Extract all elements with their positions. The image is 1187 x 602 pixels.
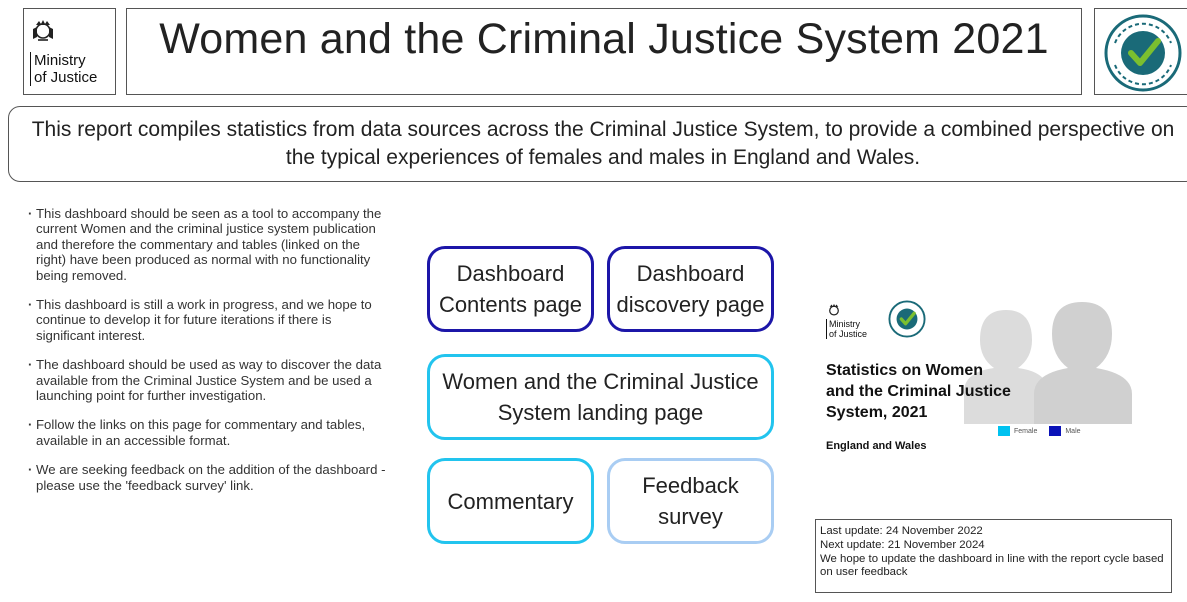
report-cover-image: Ministry of Justice Statistics on Women … (818, 292, 1158, 462)
note-item: The dashboard should be used as way to d… (28, 357, 390, 403)
title-banner: Women and the Criminal Justice System 20… (126, 8, 1082, 95)
dashboard-contents-page-button[interactable]: Dashboard Contents page (427, 246, 594, 332)
note-item: This dashboard should be seen as a tool … (28, 206, 390, 283)
next-update-text: Next update: 21 November 2024 (820, 538, 985, 551)
national-statistics-badge-icon (1104, 14, 1182, 92)
cover-moj-line2: of Justice (829, 329, 868, 339)
cover-title-line3: System, 2021 (826, 404, 928, 421)
cover-moj-logo-text: Ministry of Justice (826, 319, 867, 339)
national-statistics-badge-box (1094, 8, 1187, 95)
last-update-text: Last update: 24 November 2022 (820, 525, 983, 537)
cover-title-line2: and the Criminal Justice (826, 383, 1011, 400)
female-swatch (998, 426, 1010, 436)
female-legend-label: Female (1014, 427, 1038, 435)
landing-button-line2: System landing page (497, 400, 704, 425)
dashboard-discovery-page-button[interactable]: Dashboard discovery page (607, 246, 774, 332)
intro-text: This report compiles statistics from dat… (31, 118, 1175, 169)
update-note-text: We hope to update the dashboard in line … (820, 552, 1164, 579)
moj-logo-line1: Ministry (34, 52, 86, 69)
discovery-button-line2: discovery page (616, 292, 765, 317)
note-item: This dashboard is still a work in progre… (28, 297, 390, 343)
note-item: We are seeking feedback on the addition … (28, 462, 390, 493)
national-statistics-badge-icon (888, 300, 926, 338)
intro-panel: This report compiles statistics from dat… (8, 106, 1187, 182)
cover-moj-line1: Ministry (829, 319, 860, 329)
moj-logo-text: Ministry of Justice (30, 52, 97, 86)
update-info-panel: Last update: 24 November 2022 Next updat… (815, 519, 1172, 593)
feedback-button-line1: Feedback (642, 473, 739, 498)
royal-crest-icon (829, 303, 839, 316)
cover-legend: Female Male (998, 426, 1093, 436)
moj-logo: Ministry of Justice (23, 8, 116, 95)
cover-subtitle: England and Wales (826, 440, 927, 452)
cover-title: Statistics on Women and the Criminal Jus… (826, 360, 1046, 423)
contents-button-line2: Contents page (438, 292, 583, 317)
moj-logo-line2: of Justice (34, 69, 98, 86)
feedback-survey-button[interactable]: Feedback survey (607, 458, 774, 544)
male-legend-label: Male (1065, 427, 1081, 435)
landing-page-button[interactable]: Women and the Criminal Justice System la… (427, 354, 774, 440)
feedback-button-line2: survey (658, 504, 723, 529)
male-swatch (1049, 426, 1062, 436)
commentary-button[interactable]: Commentary (427, 458, 594, 544)
landing-button-line1: Women and the Criminal Justice (442, 369, 759, 394)
page-title: Women and the Criminal Justice System 20… (159, 15, 1049, 63)
royal-crest-icon (33, 20, 53, 41)
contents-button-line1: Dashboard (456, 261, 565, 286)
cover-title-line1: Statistics on Women (826, 362, 984, 379)
note-item: Follow the links on this page for commen… (28, 417, 390, 448)
commentary-button-label: Commentary (447, 488, 574, 514)
discovery-button-line1: Dashboard (636, 261, 745, 286)
notes-list: This dashboard should be seen as a tool … (28, 206, 390, 507)
